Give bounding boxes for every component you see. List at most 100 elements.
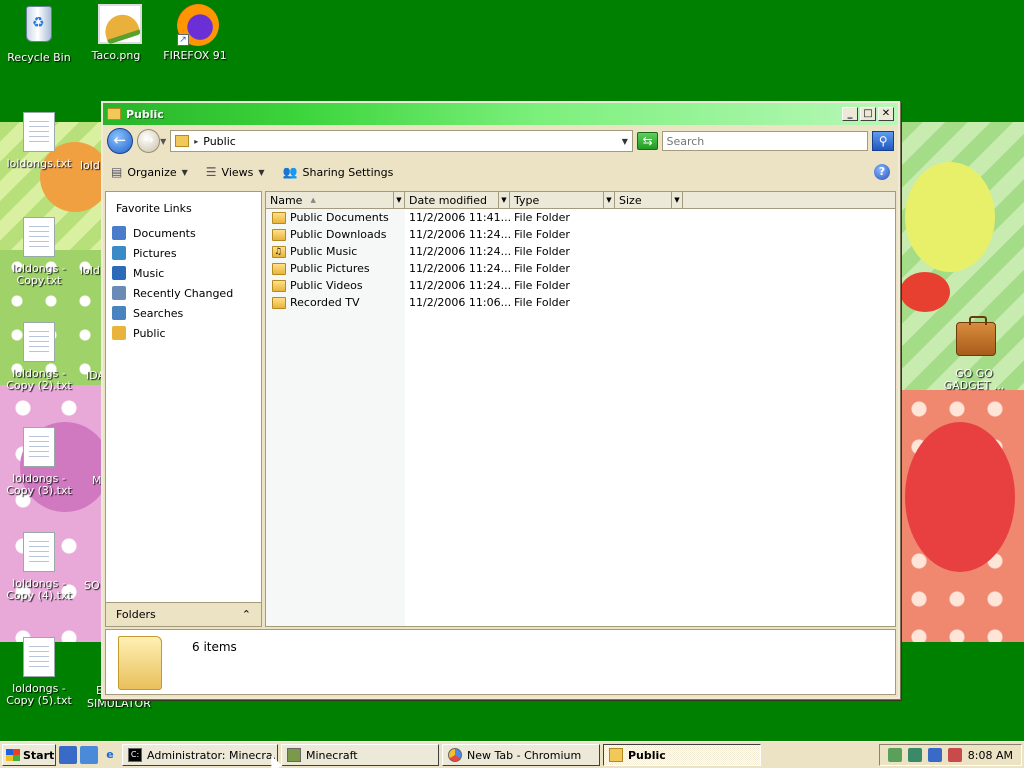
desktop-icon-loldongs-copy-5[interactable]: loldongs - Copy (5).txt: [0, 637, 78, 707]
column-header-date[interactable]: Date modified ▼: [405, 192, 510, 208]
column-header-size[interactable]: Size ▼: [615, 192, 683, 208]
column-header-name[interactable]: Name ▲ ▼: [266, 192, 405, 208]
sort-ascending-icon: ▲: [310, 196, 316, 204]
desktop-icon-loldongs-copy-3[interactable]: loldongs - Copy (3).txt: [0, 427, 78, 497]
views-icon: ☰: [205, 165, 217, 179]
desktop-icon-go-go-gadget[interactable]: GO GO GADGET ...: [934, 316, 1014, 392]
maximize-button[interactable]: □: [860, 107, 876, 121]
desktop-icon-recycle-bin[interactable]: Recycle Bin: [0, 4, 78, 64]
favorite-links-heading: Favorite Links: [116, 202, 192, 215]
folders-toggle[interactable]: Folders ⌃: [106, 602, 261, 626]
table-row[interactable]: Public Music 11/2/2006 11:24... File Folde…: [266, 243, 895, 260]
nav-item-recently-changed[interactable]: Recently Changed: [106, 283, 261, 303]
taskbar-item-console[interactable]: C: Administrator: Minecra...: [122, 744, 278, 766]
chevron-up-icon: ⌃: [241, 608, 251, 621]
shortcut-arrow-icon: ↗: [177, 34, 189, 46]
taskbar-item-chromium[interactable]: New Tab - Chromium: [442, 744, 600, 766]
tray-connection-icon[interactable]: [927, 748, 942, 762]
column-headers: Name ▲ ▼ Date modified ▼ Type ▼ Size ▼: [266, 192, 895, 209]
internet-explorer-icon[interactable]: e: [101, 746, 119, 764]
address-field[interactable]: ▸ Public ▼: [170, 130, 633, 152]
file-date-cell: 11/2/2006 11:24...: [409, 279, 510, 292]
clock[interactable]: 8:08 AM: [968, 749, 1013, 762]
nav-item-public[interactable]: Public: [106, 323, 261, 343]
desktop-icon-loldongs[interactable]: loldongs.txt: [0, 112, 78, 170]
tray-safely-remove-icon[interactable]: [887, 748, 902, 762]
file-name: Public Videos: [290, 279, 363, 292]
desktop-icon-loldongs-copy[interactable]: loldongs - Copy.txt: [0, 217, 78, 287]
folder-icon: [272, 211, 286, 224]
search-input[interactable]: [662, 131, 869, 151]
breadcrumb-public[interactable]: Public: [203, 135, 616, 148]
nav-item-searches[interactable]: Searches: [106, 303, 261, 323]
organize-button[interactable]: ▤ Organize ▼: [111, 165, 188, 179]
desktop-icon-label-partial[interactable]: lold: [80, 264, 100, 277]
table-row[interactable]: Recorded TV 11/2/2006 11:06... File Folder: [266, 294, 895, 311]
folder-icon: [175, 135, 190, 147]
table-row[interactable]: Public Downloads 11/2/2006 11:24... File F…: [266, 226, 895, 243]
desktop-icon-loldongs-copy-2[interactable]: loldongs - Copy (2).txt: [0, 322, 78, 392]
taskbar-item-public[interactable]: Public: [603, 744, 761, 766]
nav-item-music[interactable]: Music: [106, 263, 261, 283]
column-size-label: Size: [619, 193, 642, 207]
desktop-icon-label: loldongs - Copy (5).txt: [6, 682, 72, 707]
folder-icon: [118, 636, 162, 690]
forward-button[interactable]: →: [136, 129, 161, 153]
table-row[interactable]: Public Videos 11/2/2006 11:24... File Fold…: [266, 277, 895, 294]
taskbar-item-label: New Tab - Chromium: [467, 748, 582, 762]
close-button[interactable]: ✕: [878, 107, 894, 121]
search-button[interactable]: ⚲: [872, 131, 894, 151]
organize-label: Organize: [127, 165, 177, 179]
views-button[interactable]: ☰ Views ▼: [206, 165, 265, 179]
file-type-cell: File Folder: [514, 279, 570, 292]
file-name: Public Documents: [290, 211, 389, 224]
table-row[interactable]: Public Documents 11/2/2006 11:41... File F…: [266, 209, 895, 226]
wallpaper-character: [905, 422, 1015, 572]
refresh-button[interactable]: ⇆: [636, 132, 659, 150]
column-filter-dropdown[interactable]: ▼: [498, 192, 509, 208]
desktop-icon-label-partial[interactable]: lold: [80, 159, 100, 172]
table-row[interactable]: Public Pictures 11/2/2006 11:24... File Fo…: [266, 260, 895, 277]
nav-item-pictures[interactable]: Pictures: [106, 243, 261, 263]
console-icon: C:: [128, 748, 142, 762]
back-button[interactable]: ←: [107, 128, 133, 154]
address-bar-row: ← → ▼ ▸ Public ▼ ⇆ ⚲: [103, 125, 898, 157]
desktop-icon-loldongs-copy-4[interactable]: loldongs - Copy (4).txt: [0, 532, 78, 602]
recently-changed-icon: [112, 286, 126, 300]
column-filter-dropdown[interactable]: ▼: [393, 192, 404, 208]
desktop-icon-firefox[interactable]: ↗ FIREFOX 91: [156, 4, 234, 62]
show-desktop-icon[interactable]: [59, 746, 77, 764]
desktop-icon-label: FIREFOX 91: [163, 49, 227, 62]
minimize-button[interactable]: _: [842, 107, 858, 121]
column-name-label: Name: [270, 193, 303, 207]
file-list-pane[interactable]: Name ▲ ▼ Date modified ▼ Type ▼ Size ▼ P…: [265, 191, 896, 627]
folder-icon: [272, 296, 286, 309]
desktop-icon-label: loldongs.txt: [6, 157, 72, 170]
navigation-pane: Favorite Links Documents Pictures Music Rec…: [105, 191, 262, 627]
help-button[interactable]: ?: [874, 164, 890, 180]
desktop-icon-label-partial[interactable]: SO: [84, 579, 100, 592]
taskbar-item-label: Administrator: Minecra...: [147, 748, 278, 762]
desktop-icon-taco[interactable]: Taco.png: [77, 4, 155, 62]
column-header-type[interactable]: Type ▼: [510, 192, 615, 208]
file-name-cell: Public Downloads: [266, 228, 405, 241]
desktop-icon-label: Recycle Bin: [7, 51, 71, 64]
window-titlebar[interactable]: Public _ □ ✕: [103, 103, 898, 125]
command-toolbar: ▤ Organize ▼ ☰ Views ▼ 👥 Sharing Setting…: [103, 157, 898, 187]
file-name: Public Downloads: [290, 228, 387, 241]
tray-network-icon[interactable]: [907, 748, 922, 762]
breadcrumb-arrow-icon[interactable]: ▸: [194, 137, 198, 146]
nav-item-documents[interactable]: Documents: [106, 223, 261, 243]
history-dropdown-icon[interactable]: ▼: [160, 137, 166, 146]
nav-item-label: Pictures: [133, 246, 177, 260]
address-dropdown-icon[interactable]: ▼: [622, 137, 628, 146]
tray-volume-muted-icon[interactable]: [947, 748, 962, 762]
chromium-icon: [448, 748, 462, 762]
column-filter-dropdown[interactable]: ▼: [603, 192, 614, 208]
explorer-window[interactable]: Public _ □ ✕ ← → ▼ ▸ Public ▼ ⇆ ⚲ ▤ Orga…: [101, 101, 900, 699]
column-filter-dropdown[interactable]: ▼: [671, 192, 682, 208]
taskbar-item-minecraft[interactable]: Minecraft: [281, 744, 439, 766]
start-button[interactable]: Start: [2, 744, 56, 766]
sharing-settings-button[interactable]: 👥 Sharing Settings: [283, 165, 394, 179]
switch-windows-icon[interactable]: [80, 746, 98, 764]
